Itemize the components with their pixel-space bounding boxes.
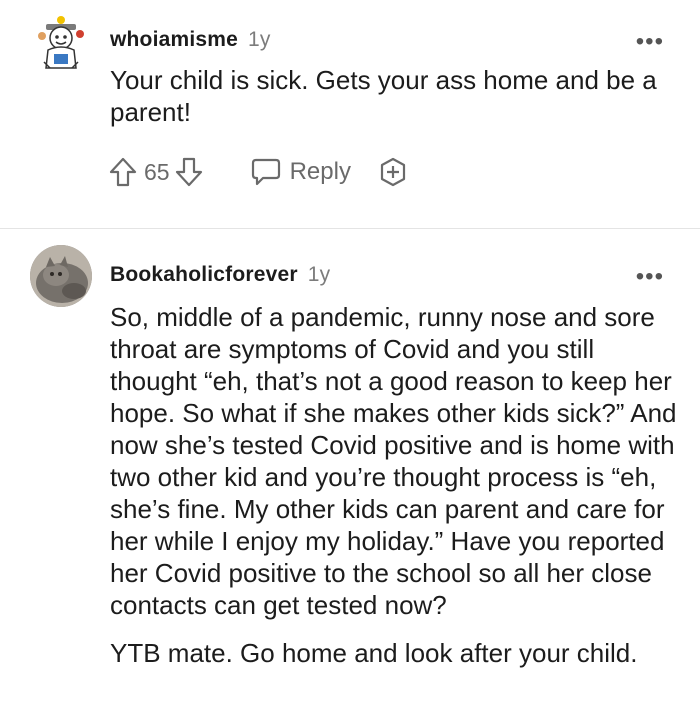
avatar[interactable] [30,12,92,74]
upvote-icon[interactable] [108,156,138,188]
downvote-icon[interactable] [174,156,204,188]
username-text[interactable]: Bookaholicforever [110,263,298,286]
more-options-icon[interactable]: ••• [636,265,664,289]
award-icon[interactable] [377,156,409,188]
avatar[interactable] [30,245,92,307]
comment-body-paragraph: So, middle of a pandemic, runny nose and… [110,302,677,620]
username-text[interactable]: whoiamisme [110,28,238,51]
snoo-avatar-icon [38,16,84,69]
reply-label: Reply [289,158,351,185]
comment-age: 1y [248,28,271,51]
comment-bookaholicforever: Bookaholicforever 1y ••• So, middle of a … [0,229,700,722]
comment-body-paragraph: YTB mate. Go home and look after your ch… [110,638,638,668]
comment-body: Your child is sick. Gets your ass home a… [110,65,657,127]
comment-age: 1y [307,263,331,286]
comment-username[interactable]: Bookaholicforever 1y [110,263,330,287]
comment-actions: 65 Reply [108,152,409,192]
comment-username[interactable]: whoiamisme 1y [110,28,271,52]
reply-button[interactable]: Reply [250,157,351,187]
cat-photo-avatar-icon [30,245,92,307]
reply-bubble-icon [250,157,282,187]
comment-whoiamisme: whoiamisme 1y ••• Your child is sick. Get… [0,0,700,228]
more-options-icon[interactable]: ••• [636,30,664,54]
vote-score: 65 [144,158,170,185]
